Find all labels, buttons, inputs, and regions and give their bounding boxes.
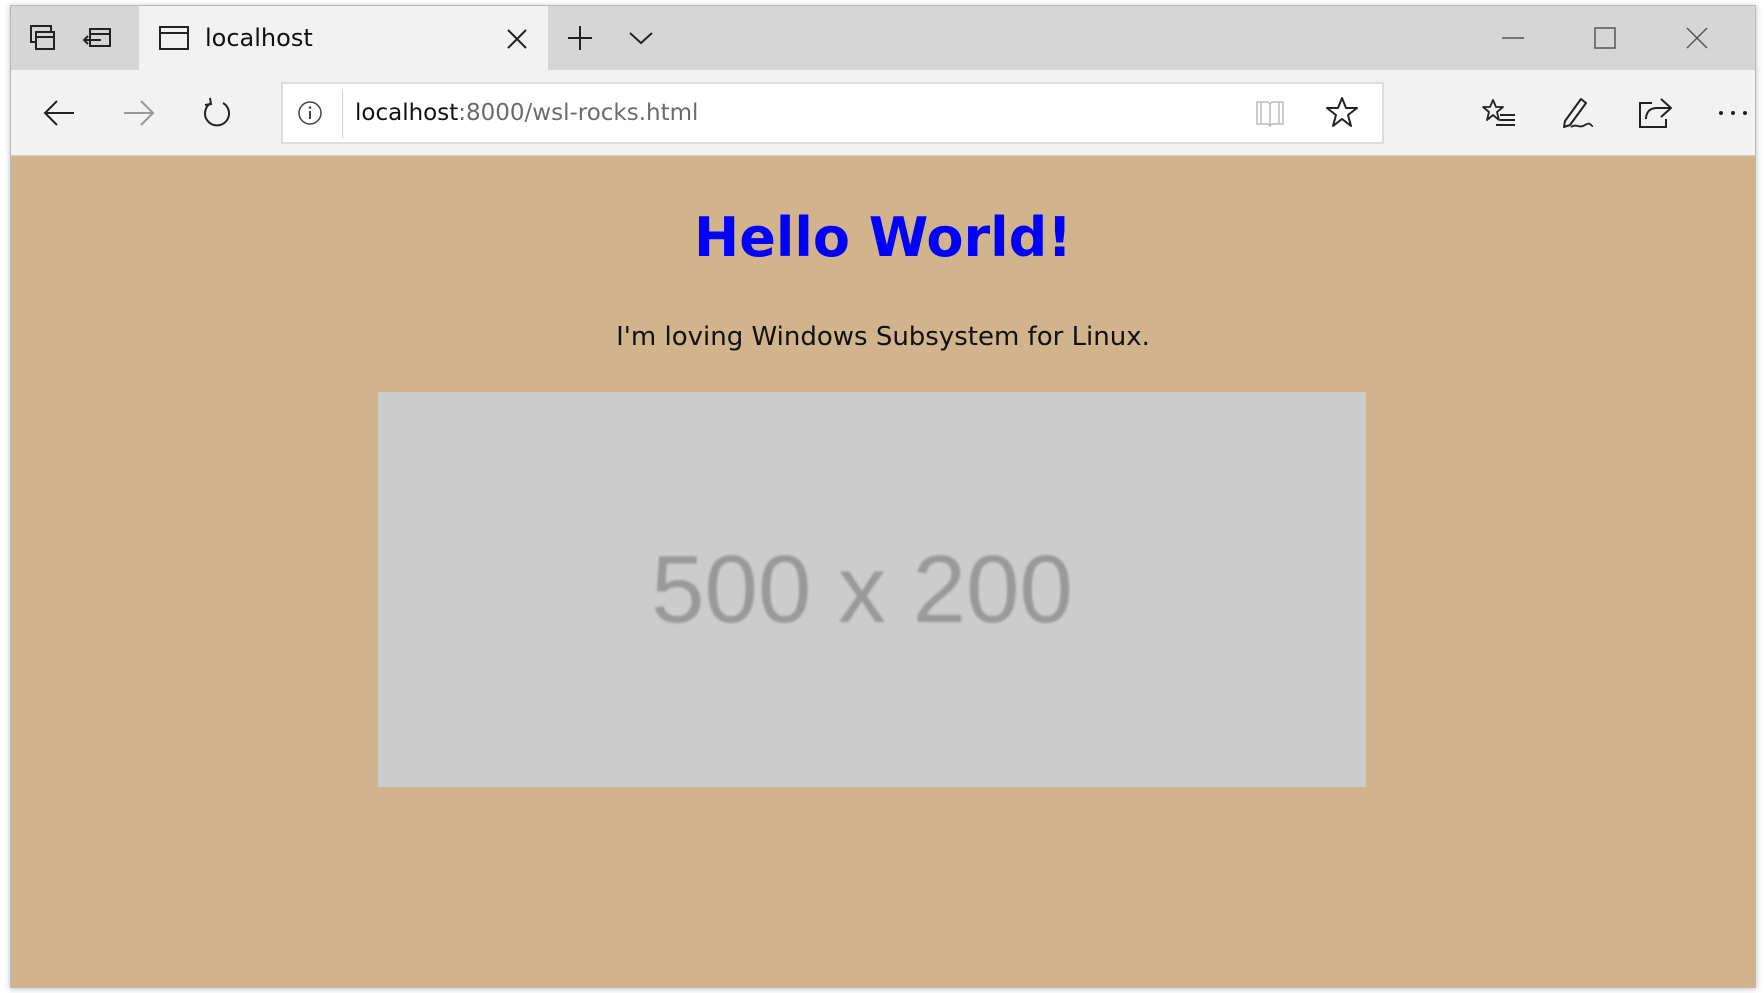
star-icon[interactable] — [1326, 96, 1358, 132]
browser-window: localhost localhost:8000/wsl-rocks.html … — [10, 5, 1756, 988]
url-host: localhost — [355, 100, 459, 126]
page-icon — [159, 26, 189, 54]
minimize-button[interactable] — [1467, 6, 1559, 70]
minimize-icon — [1502, 37, 1524, 39]
back-arrow-icon — [43, 99, 74, 126]
tab-title: localhost — [205, 24, 313, 52]
close-tab-button[interactable] — [504, 26, 530, 52]
close-window-button[interactable] — [1651, 6, 1743, 70]
close-icon — [1686, 27, 1708, 49]
placeholder-image: 500 x 200 — [378, 392, 1366, 787]
forward-button[interactable] — [101, 70, 177, 155]
book-icon[interactable] — [1254, 98, 1286, 132]
url-text[interactable]: localhost:8000/wsl-rocks.html — [355, 100, 698, 126]
maximize-icon — [1594, 27, 1616, 49]
refresh-icon — [204, 97, 230, 126]
share-button[interactable] — [1617, 70, 1693, 155]
url-path: :8000/wsl-rocks.html — [458, 100, 699, 126]
forward-arrow-icon — [124, 99, 155, 126]
address-divider — [342, 90, 343, 138]
close-icon — [507, 29, 527, 49]
page-content: Hello World! I'm loving Windows Subsyste… — [11, 156, 1755, 987]
tab-strip: localhost — [11, 6, 1755, 70]
new-tab-button[interactable] — [548, 6, 612, 70]
placeholder-label: 500 x 200 — [651, 535, 1073, 643]
more-button[interactable] — [1695, 70, 1755, 155]
pen-icon — [1563, 97, 1594, 128]
web-note-button[interactable] — [1539, 70, 1615, 155]
page-heading: Hello World! — [694, 206, 1072, 269]
more-icon — [1719, 110, 1747, 115]
chevron-down-icon — [629, 32, 653, 45]
navigation-bar: localhost:8000/wsl-rocks.html — [11, 70, 1755, 156]
plus-icon — [568, 26, 592, 50]
maximize-button[interactable] — [1559, 6, 1651, 70]
favorites-list-icon — [1482, 98, 1515, 126]
share-icon — [1639, 97, 1672, 128]
back-button[interactable] — [21, 70, 97, 155]
page-paragraph: I'm loving Windows Subsystem for Linux. — [616, 322, 1150, 352]
refresh-button[interactable] — [179, 70, 255, 155]
info-icon[interactable] — [297, 100, 323, 130]
address-bar[interactable]: localhost:8000/wsl-rocks.html — [281, 82, 1384, 144]
favorites-hub-button[interactable] — [1461, 70, 1537, 155]
tab-localhost[interactable]: localhost — [139, 6, 548, 70]
set-aside-tabs-icon[interactable] — [65, 6, 129, 70]
tab-preview-button[interactable] — [609, 6, 673, 70]
